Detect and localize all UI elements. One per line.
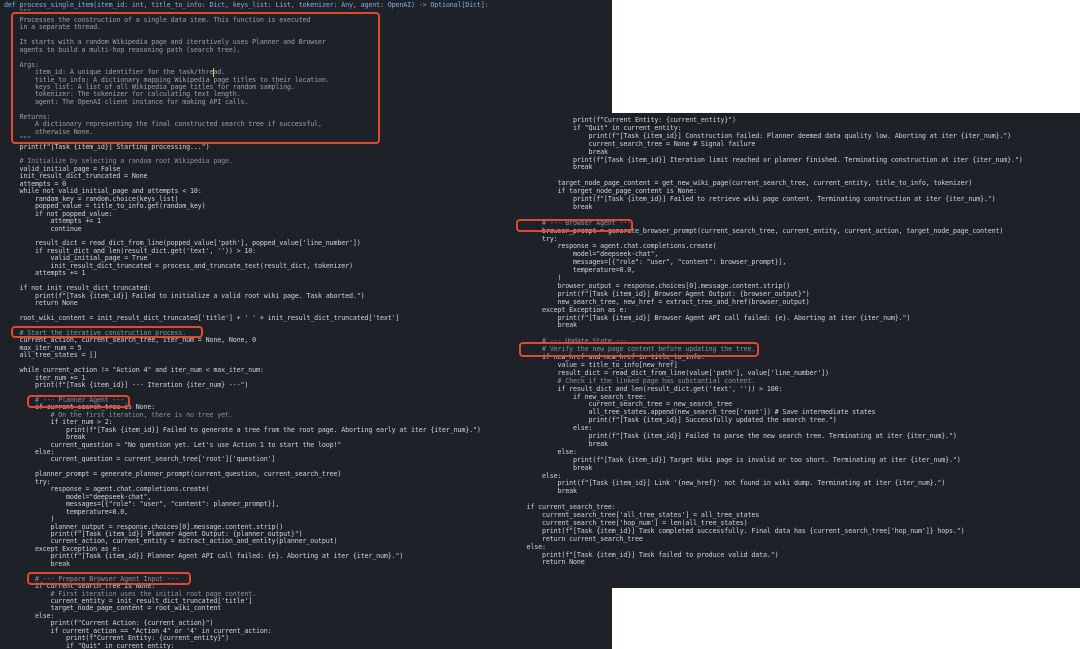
prepare-browser-highlight-box [27, 572, 191, 585]
code-line: print(f"[Task {item_id}] Task failed to … [511, 550, 779, 559]
code-line: all_tree_states.append(new_search_tree['… [511, 408, 876, 417]
code-line: print(f"[Task {item_id}] Task completed … [511, 526, 965, 535]
text-cursor[interactable] [213, 68, 214, 77]
code-line: ) [511, 274, 562, 282]
code-line: print(f"[Task {item_id}] Link '{new_href… [511, 479, 946, 488]
code-line: print(f"[Task {item_id}] Construction fa… [511, 131, 1012, 140]
code-line: try: [511, 234, 558, 243]
code-line: result_dict = read_dict_from_line(value[… [511, 368, 830, 377]
code-line: temperature=0.0, [511, 266, 636, 275]
code-line: browser_output = response.choices[0].mes… [511, 281, 791, 290]
code-line: break [511, 439, 609, 448]
code-line: print(f"[Task {item_id}] Failed to parse… [511, 432, 957, 440]
code-line: if "Quit" in current_entity: [511, 123, 682, 132]
code-line: continue [4, 224, 82, 233]
update-state-highlight-box [519, 342, 759, 357]
code-line: print(f"[Task {item_id}] Browser Agent O… [511, 289, 810, 298]
code-line: break [511, 487, 578, 496]
code-line: break [511, 147, 609, 156]
code-line: if new_search_tree: [511, 392, 647, 401]
code-line: break [511, 202, 593, 211]
code-line: value = title_to_info[new_href] [511, 360, 678, 369]
code-line: response = agent.chat.completions.create… [511, 242, 717, 251]
code-line: if result_dict and len(result_dict.get('… [511, 384, 783, 393]
code-line: return current_search_tree [511, 534, 643, 543]
code-line: current_question = current_search_tree['… [4, 455, 276, 464]
code-line: else: [511, 542, 547, 551]
code-line: current_question = "No question yet. Let… [4, 440, 342, 449]
code-line: new_search_tree, new_href = extract_tree… [511, 297, 810, 306]
code-line: print(f"[Task {item_id}] Browser Agent A… [511, 313, 911, 322]
code-line: return None [4, 299, 78, 307]
code-line: print(f"Current Entity: {current_entity}… [511, 116, 736, 124]
code-line: print(f"[Task {item_id}] Successfully up… [511, 416, 837, 425]
code-line: if "Quit" in current_entity: [4, 641, 175, 649]
code-line: else: [511, 424, 593, 433]
right-code-panel: print(f"Current Entity: {current_entity}… [507, 113, 1080, 588]
code-line: current_search_tree['all_tree_states'] =… [511, 511, 760, 519]
code-line: break [511, 321, 578, 330]
code-line: print(f"[Task {item_id}] Target Wiki pag… [511, 455, 961, 464]
docstring-highlight-box [11, 12, 380, 144]
code-line: if current_search_tree: [511, 503, 616, 512]
browser-agent-highlight-box [516, 219, 633, 232]
code-line: current_search_tree = new_search_tree [511, 400, 733, 409]
code-line: return None [511, 558, 585, 567]
code-line: print(f"[Task {item_id}] --- Iteration {… [4, 380, 249, 389]
code-line: current_search_tree = None # Signal fail… [511, 139, 756, 148]
code-line: print(f"[Task {item_id}] Failed to retri… [511, 195, 996, 203]
code-line: else: [511, 447, 578, 456]
code-line: root_wiki_content = init_result_dict_tru… [4, 313, 400, 322]
planner-agent-highlight-box [27, 395, 130, 408]
start-iterative-highlight-box [11, 326, 203, 338]
code-line: break [511, 163, 593, 172]
code-line: all_tree_states = [] [4, 351, 98, 360]
code-line: if target_node_page_content is None: [511, 187, 698, 196]
code-line: current_search_tree['hop_num'] = len(all… [511, 518, 748, 527]
code-line: break [4, 559, 71, 568]
code-line: print(f"[Task {item_id}] Iteration limit… [511, 155, 1023, 164]
code-line: break [511, 463, 593, 472]
code-line: target_node_page_content = get_new_wiki_… [511, 179, 973, 188]
code-line: attempts += 1 [4, 269, 86, 278]
code-line: planner_prompt = generate_planner_prompt… [4, 470, 342, 479]
code-line: else: [511, 471, 562, 480]
code-line: messages=[{"role": "user", "content": br… [511, 258, 787, 267]
code-line: def process_single_item(item_id: int, ti… [4, 1, 489, 9]
code-line: except Exception as e: [511, 305, 628, 314]
code-line: # Check if the linked page has substanti… [511, 376, 756, 385]
code-line: model="deepseek-chat", [511, 250, 659, 259]
